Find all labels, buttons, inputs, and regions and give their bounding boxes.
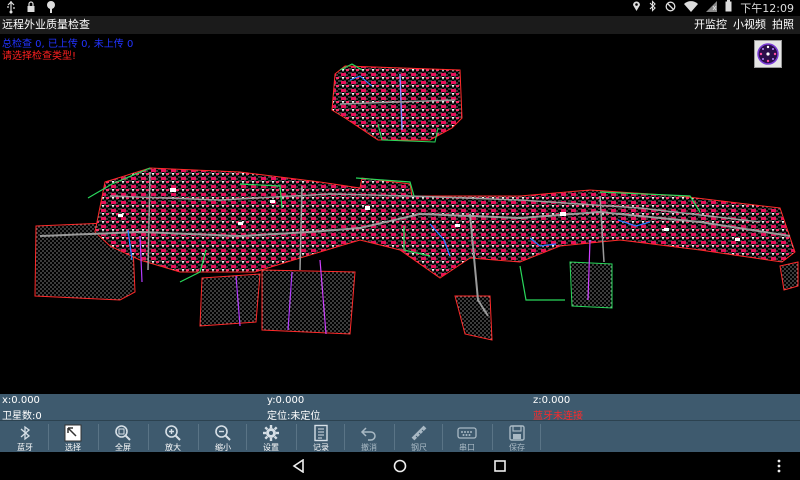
zoom-out-button[interactable]: 缩小	[198, 421, 248, 453]
overflow-menu-button[interactable]	[775, 458, 783, 477]
serial-port-icon	[442, 424, 492, 442]
zoom-in-button[interactable]: 放大	[148, 421, 198, 453]
record-icon	[296, 424, 346, 442]
back-button[interactable]	[292, 458, 306, 477]
undo-button[interactable]: 撤消	[344, 421, 394, 453]
main-parcel-strip	[34, 167, 799, 341]
block-icon	[665, 1, 676, 17]
north-parcel-cluster	[331, 63, 463, 143]
toolbar-divider	[48, 424, 49, 450]
select-button[interactable]: 选择	[48, 421, 98, 453]
compass-button[interactable]	[754, 40, 782, 68]
zoom-in-icon	[148, 424, 198, 442]
battery-icon	[725, 0, 732, 17]
bluetooth-button[interactable]: 蓝牙	[0, 421, 50, 453]
zoom-out-icon	[198, 424, 248, 442]
toolbar-divider	[540, 424, 541, 450]
save-button[interactable]: 保存	[492, 421, 542, 453]
back-triangle-icon	[292, 458, 304, 474]
ruler-icon	[394, 424, 444, 442]
toolbar-divider	[442, 424, 443, 450]
bottom-toolbar: 蓝牙 选择 全屏 放大 缩小 设置 记录 撤消 钢尺 串口 保存	[0, 420, 800, 453]
bluetooth-icon	[0, 424, 50, 442]
cad-map-drawing	[34, 63, 799, 341]
status-bar: 下午12:09	[0, 0, 800, 16]
y-coordinate: y:0.000	[267, 395, 305, 406]
toolbar-divider	[394, 424, 395, 450]
home-button[interactable]	[393, 458, 407, 477]
toolbar-divider	[246, 424, 247, 450]
undo-icon	[344, 424, 394, 442]
x-coordinate: x:0.000	[2, 395, 40, 406]
ruler-button[interactable]: 钢尺	[394, 421, 444, 453]
toolbar-divider	[198, 424, 199, 450]
android-nav-bar	[0, 452, 800, 480]
z-coordinate: z:0.000	[533, 395, 571, 406]
record-button[interactable]: 记录	[296, 421, 346, 453]
compass-icon	[755, 43, 781, 71]
settings-button[interactable]: 设置	[246, 421, 296, 453]
toolbar-divider	[492, 424, 493, 450]
status-time: 下午12:09	[740, 1, 794, 15]
wifi-icon	[684, 0, 699, 17]
app-titlebar: 远程外业质量检查 开监控 小视频 拍照	[0, 16, 800, 34]
gear-icon	[246, 424, 296, 442]
more-vertical-icon	[777, 459, 781, 473]
save-icon	[492, 424, 542, 442]
no-sim-icon	[706, 0, 718, 17]
recents-square-icon	[494, 460, 506, 472]
select-check-type-prompt: 请选择检查类型!	[2, 51, 77, 62]
toolbar-divider	[148, 424, 149, 450]
app-title: 远程外业质量检查	[2, 18, 90, 31]
coordinate-panel: x:0.000 y:0.000 z:0.000 卫星数:0 定位:未定位 蓝牙未…	[0, 394, 800, 422]
toolbar-divider	[344, 424, 345, 450]
take-photo-button[interactable]: 拍照	[772, 16, 794, 34]
toolbar-divider	[296, 424, 297, 450]
select-icon	[48, 424, 98, 442]
recents-button[interactable]	[493, 458, 507, 477]
toolbar-divider	[98, 424, 99, 450]
serial-port-button[interactable]: 串口	[442, 421, 492, 453]
zoom-extent-button[interactable]: 全屏	[98, 421, 148, 453]
map-canvas[interactable]	[0, 34, 800, 394]
zoom-extent-icon	[98, 424, 148, 442]
start-monitor-button[interactable]: 开监控	[694, 16, 727, 34]
home-circle-icon	[393, 459, 407, 473]
short-video-button[interactable]: 小视频	[733, 16, 766, 34]
bluetooth-icon	[649, 0, 657, 17]
location-icon	[632, 0, 641, 17]
